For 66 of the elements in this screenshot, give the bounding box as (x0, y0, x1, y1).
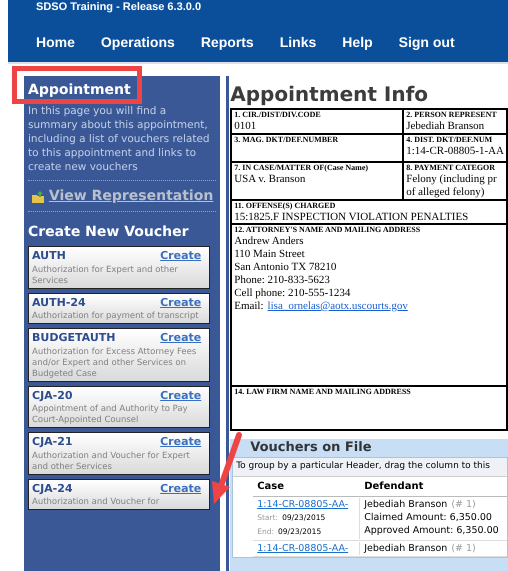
voucher-description: Authorization for Excess Attorney Fees and/or Expert and other Services on Budgeted Case (32, 346, 198, 380)
folder-arrow-icon (30, 190, 45, 204)
email-link[interactable]: lisa_ornelas@aotx.uscourts.gov (268, 300, 408, 313)
panel-title: Vouchers on File (249, 439, 373, 457)
field-label: 1. CIR./DIST/DIV.CODE (234, 110, 322, 120)
defendant-number: (# 1) (451, 498, 476, 510)
field-value: Cell phone: 210-555-1234 (234, 287, 352, 300)
sidebar-description: In this page you will find a summary about this appointment, including a list of vouchers related to this appointment and links to create new vouchers (28, 104, 211, 174)
field-value: 110 Main Street (234, 248, 306, 261)
app-title: SDSO Training - Release 6.3.0.0 (36, 0, 202, 14)
field-label: 2. PERSON REPRESENT (406, 110, 498, 120)
voucher-description: Authorization for Expert and other Services (32, 264, 179, 286)
voucher-code: CJA-20 (32, 388, 73, 404)
field-label: 7. IN CASE/MATTER OF(Case Name) (234, 163, 370, 173)
defendant-number: (# 1) (451, 542, 476, 554)
create-link[interactable]: Create (160, 480, 202, 497)
field-value: San Antonio TX 78210 (234, 261, 338, 274)
create-link[interactable]: Create (160, 294, 202, 311)
field-value: Email: (234, 300, 264, 313)
approved-amount: Approved Amount: 6,350.00 (364, 524, 499, 536)
nav-link[interactable]: Operations (100, 32, 175, 53)
voucher-code: AUTH-24 (32, 294, 86, 310)
create-link[interactable]: Create (160, 434, 202, 450)
field-label: 14. LAW FIRM NAME AND MAILING ADDRESS (234, 387, 412, 397)
field-label: 3. MAG. DKT/DEF.NUMBER (234, 135, 340, 145)
section-heading: Create New Voucher (28, 223, 190, 242)
field-value: 0101 (234, 120, 258, 133)
voucher-description: Authorization and Voucher for Expert and other Services (32, 450, 191, 472)
voucher-code: BUDGETAUTH (32, 330, 116, 346)
case-link[interactable]: 1:14-CR-08805-AA- (257, 498, 360, 510)
field-value: Jebediah Branson (406, 120, 486, 133)
nav-link[interactable]: Reports (200, 32, 254, 53)
nav-link[interactable]: Links (280, 32, 316, 53)
page-title: Appointment Info (230, 82, 430, 106)
field-value: Phone: 210-833-5623 (234, 274, 331, 287)
field-value: 1:14-CR-08805-1-AA (406, 145, 504, 158)
create-link[interactable]: Create (160, 248, 202, 264)
field-label: 12. ATTORNEY'S NAME AND MAILING ADDRESS (234, 225, 422, 235)
column-header: Defendant (363, 480, 424, 494)
case-link[interactable]: 1:14-CR-08805-AA- (257, 542, 360, 554)
create-link[interactable]: Create (160, 330, 202, 346)
claimed-amount: Claimed Amount: 6,350.00 (364, 510, 493, 524)
nav-link[interactable]: Sign out (398, 32, 455, 53)
nav-link[interactable]: Help (342, 32, 373, 53)
field-value: Felony (including pr (406, 173, 498, 186)
voucher-code: AUTH (32, 248, 66, 264)
nav-link[interactable]: Home (36, 32, 75, 53)
voucher-code: CJA-24 (32, 480, 73, 496)
column-header: Case (256, 480, 286, 494)
field-value: USA v. Branson (234, 173, 306, 186)
create-link[interactable]: Create (160, 388, 202, 404)
sidebar-heading: Appointment (28, 82, 132, 98)
field-label: 4. DIST. DKT/DEF.NUM (406, 135, 494, 145)
field-label: 11. OFFENSE(S) CHARGED (234, 201, 336, 211)
view-representation-link[interactable]: View Representation (48, 186, 214, 207)
voucher-code: CJA-21 (32, 434, 73, 450)
group-hint: To group by a particular Header, drag the column to this (233, 458, 507, 476)
defendant-name: Jebediah Branson (364, 498, 448, 510)
voucher-description: Appointment of and Authority to Pay Court-Appointed Counsel (32, 404, 189, 426)
field-label: 8. PAYMENT CATEGOR (406, 163, 496, 173)
field-value: Andrew Anders (234, 235, 305, 248)
defendant-name: Jebediah Branson (364, 542, 448, 554)
field-value: of alleged felony) (406, 186, 486, 199)
voucher-description: Authorization and Voucher for (32, 497, 160, 508)
voucher-description: Authorization for payment of transcript (32, 311, 200, 322)
field-value: 15:1825.F INSPECTION VIOLATION PENALTIES (234, 211, 470, 224)
